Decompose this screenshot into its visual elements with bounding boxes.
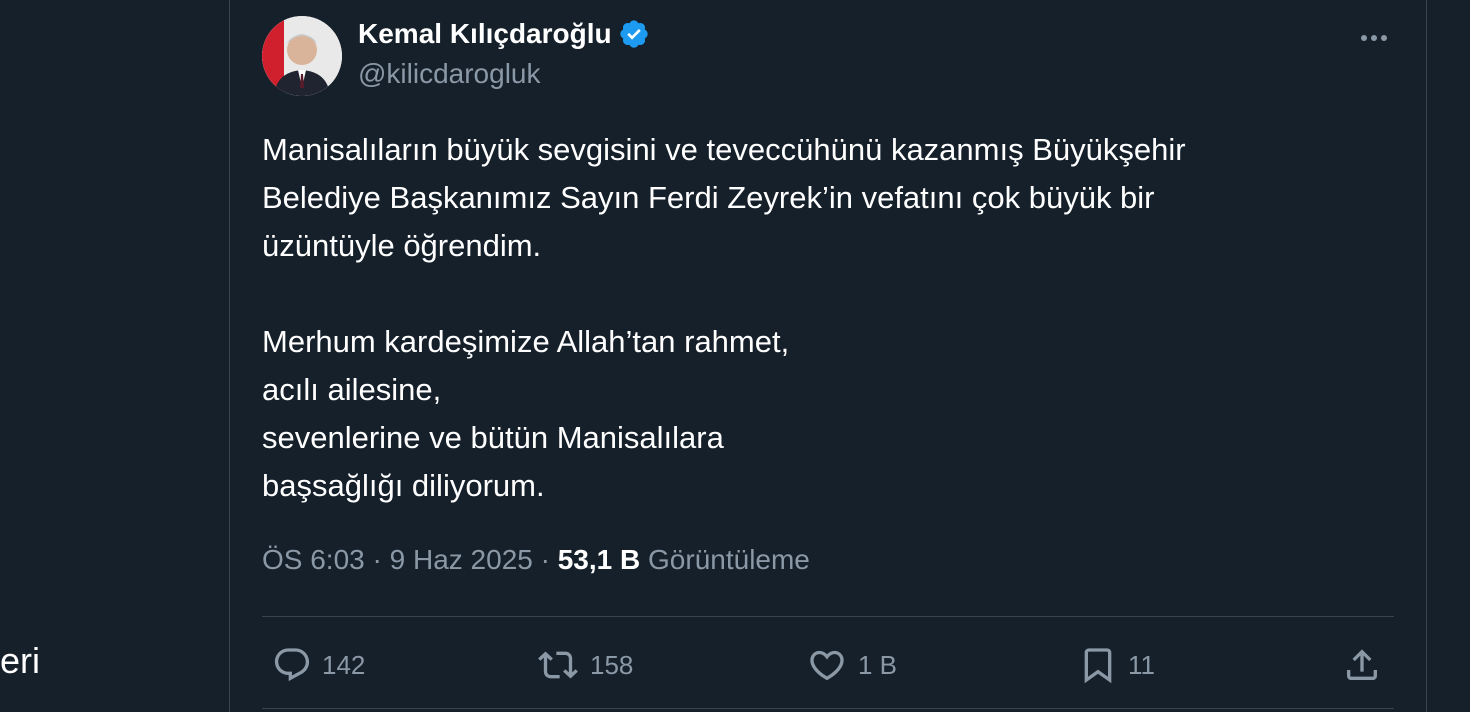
views-label: Görüntüleme — [648, 544, 810, 575]
tweet-date[interactable]: 9 Haz 2025 — [390, 544, 533, 576]
like-icon — [810, 650, 844, 681]
avatar[interactable] — [262, 16, 342, 96]
sidebar-nav-label-partial[interactable]: eri — [0, 640, 40, 682]
repost-icon — [538, 651, 578, 679]
share-button[interactable] — [1342, 638, 1382, 692]
column-divider-left — [229, 0, 230, 712]
divider — [262, 616, 1394, 617]
avatar-image — [262, 16, 342, 96]
reply-icon — [274, 648, 310, 682]
like-button[interactable]: 1 B — [806, 638, 897, 692]
reply-count: 142 — [322, 649, 366, 680]
author-name-text[interactable]: Kemal Kılıçdaroğlu — [358, 18, 612, 50]
tweet-time[interactable]: ÖS 6:03 — [262, 544, 365, 576]
left-sidebar: eri — [0, 0, 229, 712]
divider-bottom — [262, 708, 1394, 709]
tweet-line: başsağlığı diliyorum. — [262, 468, 545, 503]
meta-space — [640, 544, 648, 576]
tweet-line: Manisalıların büyük sevgisini ve teveccü… — [262, 132, 1186, 167]
repost-button[interactable]: 158 — [536, 638, 633, 692]
author-name[interactable]: Kemal Kılıçdaroğlu — [358, 18, 650, 50]
tweet-line: sevenlerine ve bütün Manisalılara — [262, 420, 724, 455]
verified-badge-icon[interactable] — [618, 18, 650, 50]
tweet-line: üzüntüyle öğrendim. — [262, 228, 542, 263]
tweet-line: Belediye Başkanımız Sayın Ferdi Zeyrek’i… — [262, 180, 1155, 215]
tweet-text: Manisalıların büyük sevgisini ve teveccü… — [262, 126, 1362, 510]
tweet-line: Merhum kardeşimize Allah’tan rahmet, — [262, 324, 790, 359]
views-count: 53,1 B — [557, 544, 641, 575]
tweet-line: acılı ailesine, — [262, 372, 442, 407]
tweet-actions-bar: 142 158 1 B 11 — [262, 638, 1394, 692]
meta-separator: · — [364, 544, 390, 575]
bookmark-icon — [1084, 648, 1112, 684]
repost-count: 158 — [590, 649, 634, 680]
share-icon — [1347, 649, 1377, 680]
bookmark-button[interactable]: 11 — [1078, 638, 1155, 692]
meta-separator: · — [532, 544, 558, 575]
author-handle[interactable]: @kilicdarogluk — [358, 58, 541, 90]
tweet-metadata: ÖS 6:03 · 9 Haz 2025 · 53,1 B Görüntülem… — [262, 544, 810, 576]
like-count: 1 B — [858, 649, 898, 680]
reply-button[interactable]: 142 — [272, 638, 365, 692]
more-icon — [1361, 35, 1387, 41]
column-divider-right — [1426, 0, 1427, 712]
more-button[interactable] — [1356, 20, 1392, 56]
bookmark-count: 11 — [1128, 649, 1155, 680]
